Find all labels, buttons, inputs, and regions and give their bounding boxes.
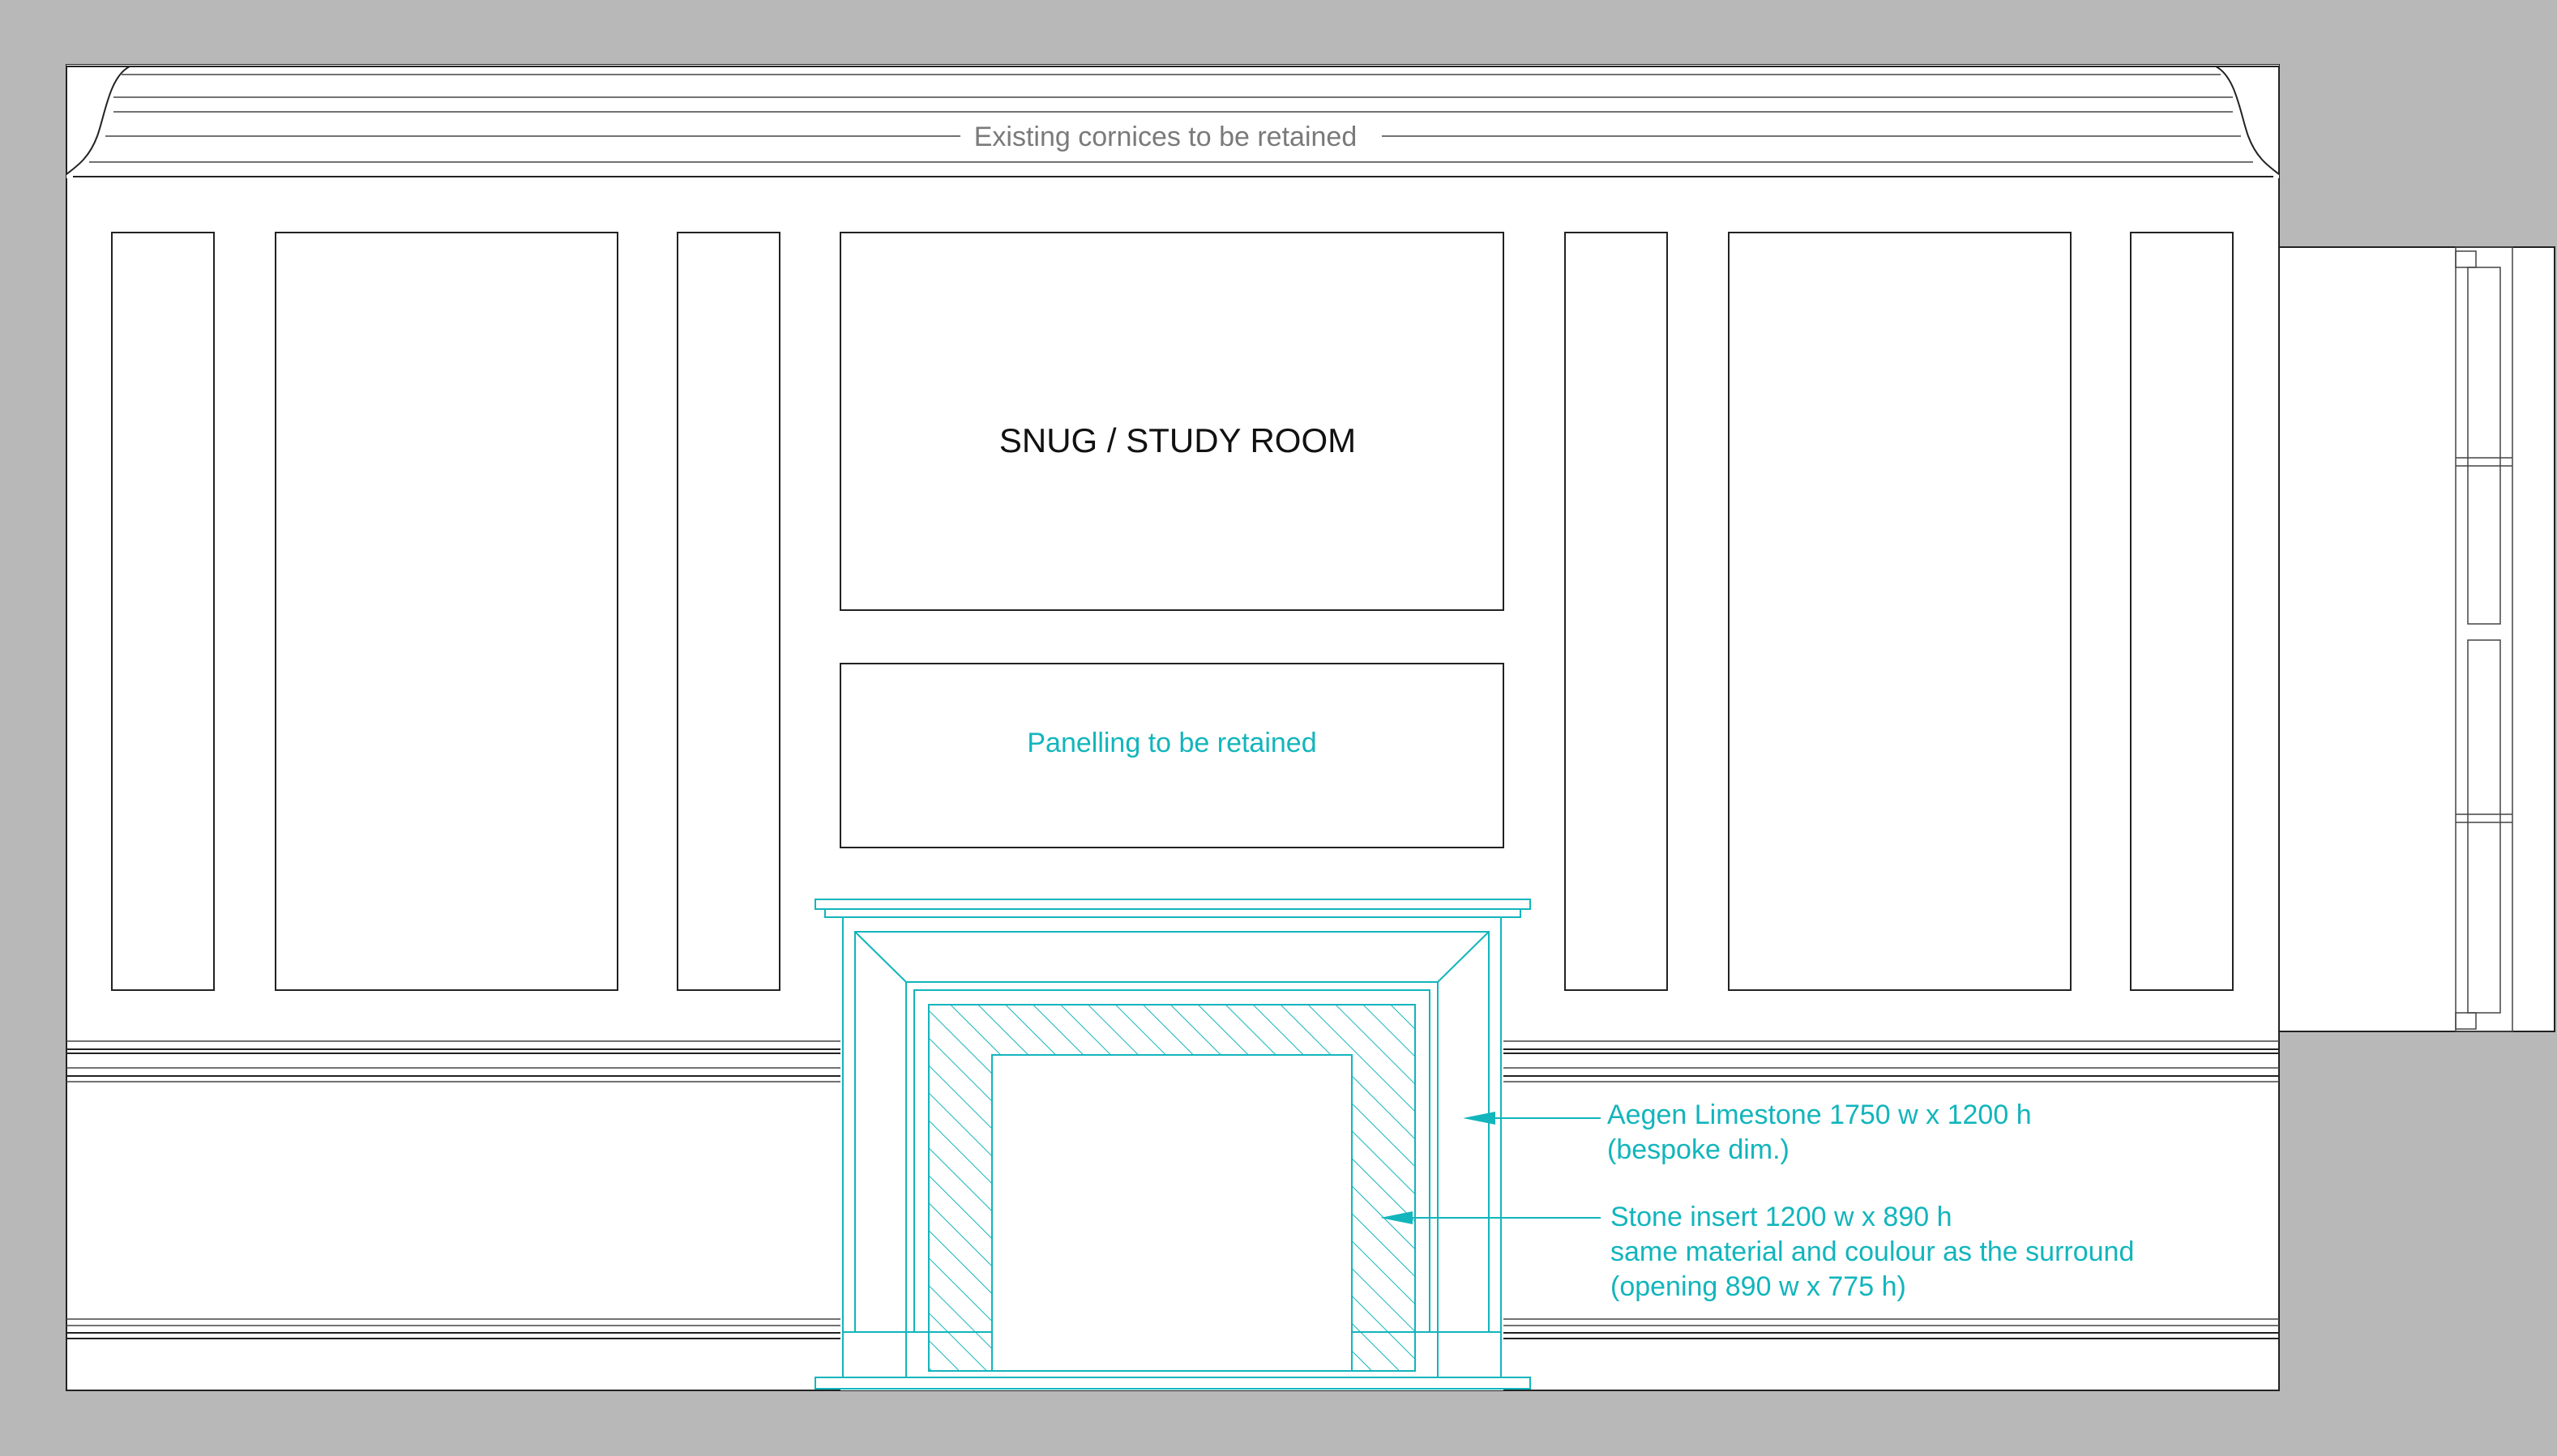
elevation-drawing: Existing cornices to be retained SNUG / …: [0, 0, 2557, 1456]
insert-note-line2: same material and coulour as the surroun…: [1610, 1236, 2134, 1267]
panelling-note: Panelling to be retained: [1027, 728, 1316, 758]
limestone-note-line2: (bespoke dim.): [1607, 1134, 1789, 1165]
limestone-note-line1: Aegen Limestone 1750 w x 1200 h: [1607, 1099, 2032, 1130]
firebox-opening: [991, 1054, 1353, 1372]
mantel-shelf: [815, 899, 1531, 910]
cornice-note: Existing cornices to be retained: [974, 122, 1357, 152]
window-recess: [2278, 246, 2555, 1032]
hearth: [815, 1377, 1531, 1390]
insert-note-line1: Stone insert 1200 w x 890 h: [1610, 1202, 1952, 1232]
room-title: SNUG / STUDY ROOM: [999, 421, 1356, 459]
stone-insert: [928, 1004, 1416, 1372]
insert-note-line3: (opening 890 w x 775 h): [1610, 1271, 1906, 1302]
